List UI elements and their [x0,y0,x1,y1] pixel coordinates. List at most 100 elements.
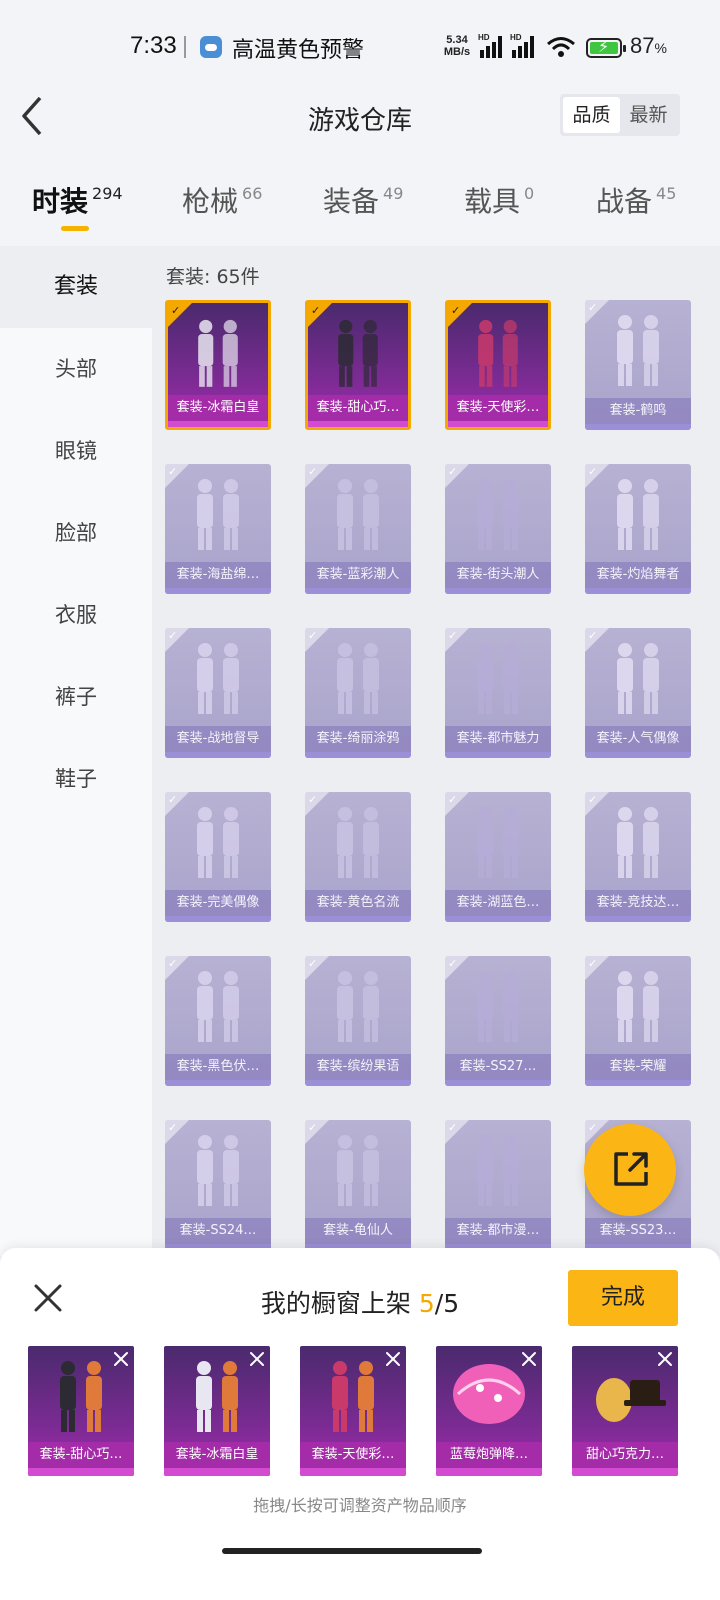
outfit-name: 套装-湖蓝色… [445,890,551,916]
wifi-icon [547,37,575,57]
rarity-bar [445,916,551,922]
tab-count: 0 [524,184,535,203]
outfit-card[interactable]: ✓ 套装-龟仙人 [305,1120,411,1250]
showcase-item-name: 甜心巧克力… [572,1442,678,1468]
showcase-item[interactable]: 套装-天使彩… [300,1346,406,1476]
network-speed: 5.34 MB/s [440,34,474,58]
outfit-card[interactable]: ✓ 套装-冰霜白皇 [165,300,271,430]
network-speed-value: 5.34 [446,34,468,46]
outfit-name: 套装-荣耀 [585,1054,691,1080]
outfit-card[interactable]: ✓ 套装-灼焰舞者 [585,464,691,594]
rarity-bar [445,752,551,758]
sidebar-item-head[interactable]: 头部 [0,328,152,410]
showcase-item[interactable]: 蓝莓炮弹降… [436,1346,542,1476]
showcase-total-count: 5 [443,1289,460,1318]
outfit-name: 套装-鹤鸣 [585,398,691,424]
share-icon [614,1152,648,1186]
outfit-card[interactable]: ✓ 套装-黑色伏… [165,956,271,1086]
outfit-name: 套装-SS24… [165,1218,271,1244]
outfit-card[interactable]: ✓ 套装-竞技达… [585,792,691,922]
outfit-card[interactable]: ✓ 套装-缤纷果语 [305,956,411,1086]
rarity-bar [448,421,548,427]
sort-toggle: 品质 最新 [560,94,680,136]
outfit-card[interactable]: ✓ 套装-都市魅力 [445,628,551,758]
outfit-card[interactable]: ✓ 套装-海盐绵… [165,464,271,594]
showcase-item-name: 套装-甜心巧… [28,1442,134,1468]
checkmark-icon: ✓ [168,1121,178,1134]
checkmark-icon: ✓ [448,629,458,642]
tab-equipment[interactable]: 装备 49 [323,180,403,220]
sidebar-item-face[interactable]: 脸部 [0,492,152,574]
outfit-card[interactable]: ✓ 套装-战地督导 [165,628,271,758]
outfit-card[interactable]: ✓ 套装-SS27… [445,956,551,1086]
sort-quality-button[interactable]: 品质 [563,97,620,133]
outfit-card[interactable]: ✓ 套装-湖蓝色… [445,792,551,922]
outfit-name: 套装-黄色名流 [305,890,411,916]
sidebar-item-pants[interactable]: 裤子 [0,656,152,738]
checkmark-icon: ✓ [588,629,598,642]
done-button[interactable]: 完成 [568,1270,678,1326]
sidebar-item-suit[interactable]: 套装 [0,246,152,328]
outfit-card[interactable]: ✓ 套装-荣耀 [585,956,691,1086]
remove-item-icon[interactable] [112,1350,130,1368]
remove-item-icon[interactable] [248,1350,266,1368]
outfit-card[interactable]: ✓ 套装-绮丽涂鸦 [305,628,411,758]
outfit-name: 套装-甜心巧… [308,395,408,421]
showcase-item[interactable]: 甜心巧克力… [572,1346,678,1476]
outfit-card[interactable]: ✓ 套装-人气偶像 [585,628,691,758]
checkmark-icon: ✓ [308,1121,318,1134]
sort-latest-button[interactable]: 最新 [620,97,677,133]
remove-item-icon[interactable] [384,1350,402,1368]
outfit-name: 套装-黑色伏… [165,1054,271,1080]
outfit-card[interactable]: ✓ 套装-鹤鸣 [585,300,691,430]
remove-item-icon[interactable] [520,1350,538,1368]
showcase-item-name: 蓝莓炮弹降… [436,1442,542,1468]
outfit-card[interactable]: ✓ 套装-蓝彩潮人 [305,464,411,594]
rarity-bar [305,588,411,594]
tab-label: 载具 [464,185,521,218]
rarity-bar [308,421,408,427]
checkmark-icon: ✓ [448,1121,458,1134]
tab-fashion[interactable]: 时装 294 [32,180,123,220]
home-indicator[interactable] [222,1548,482,1554]
outfit-name: 套装-冰霜白皇 [168,395,268,421]
weather-alert-icon [200,36,222,58]
rarity-bar [165,916,271,922]
rarity-bar [305,1080,411,1086]
outfit-card[interactable]: ✓ 套装-完美偶像 [165,792,271,922]
sidebar-item-clothes[interactable]: 衣服 [0,574,152,656]
outfit-card[interactable]: ✓ 套装-街头潮人 [445,464,551,594]
showcase-item[interactable]: 套装-冰霜白皇 [164,1346,270,1476]
tab-label: 枪械 [182,185,239,218]
share-button[interactable] [584,1124,676,1216]
checkmark-icon: ✓ [448,793,458,806]
checkmark-icon: ✓ [171,304,181,317]
remove-item-icon[interactable] [656,1350,674,1368]
checkmark-icon: ✓ [311,304,321,317]
showcase-item-name: 套装-冰霜白皇 [164,1442,270,1468]
tab-guns[interactable]: 枪械 66 [182,180,262,220]
showcase-panel: 我的橱窗上架 5/5 完成 套装-甜心巧… 套装-冰霜白皇 套装-天使彩… 蓝莓炮弹降… [0,1248,720,1600]
showcase-item[interactable]: 套装-甜心巧… [28,1346,134,1476]
sidebar-item-shoes[interactable]: 鞋子 [0,738,152,820]
tab-count: 66 [242,184,263,203]
outfit-card[interactable]: ✓ 套装-黄色名流 [305,792,411,922]
status-bar: 7:33 高温黄色预警 5.34 MB/s HD HD ⚡ 87% [0,0,720,96]
tab-supplies[interactable]: 战备 45 [596,180,676,220]
outfit-card[interactable]: ✓ 套装-天使彩… [445,300,551,430]
outfit-name: 套装-都市漫… [445,1218,551,1244]
tab-vehicles[interactable]: 载具 0 [464,180,534,220]
sidebar-item-glasses[interactable]: 眼镜 [0,410,152,492]
outfit-card[interactable]: ✓ 套装-甜心巧… [305,300,411,430]
battery-level: 87% [630,33,667,58]
outfit-name: 套装-SS23… [585,1218,691,1244]
rarity-bar [305,916,411,922]
outfit-card[interactable]: ✓ 套装-都市漫… [445,1120,551,1250]
outfit-card[interactable]: ✓ 套装-SS24… [165,1120,271,1250]
network-speed-unit: MB/s [443,46,471,58]
outfit-name: 套装-SS27… [445,1054,551,1080]
rarity-bar [445,588,551,594]
outfit-name: 套装-缤纷果语 [305,1054,411,1080]
rarity-bar [585,424,691,430]
checkmark-icon: ✓ [168,629,178,642]
